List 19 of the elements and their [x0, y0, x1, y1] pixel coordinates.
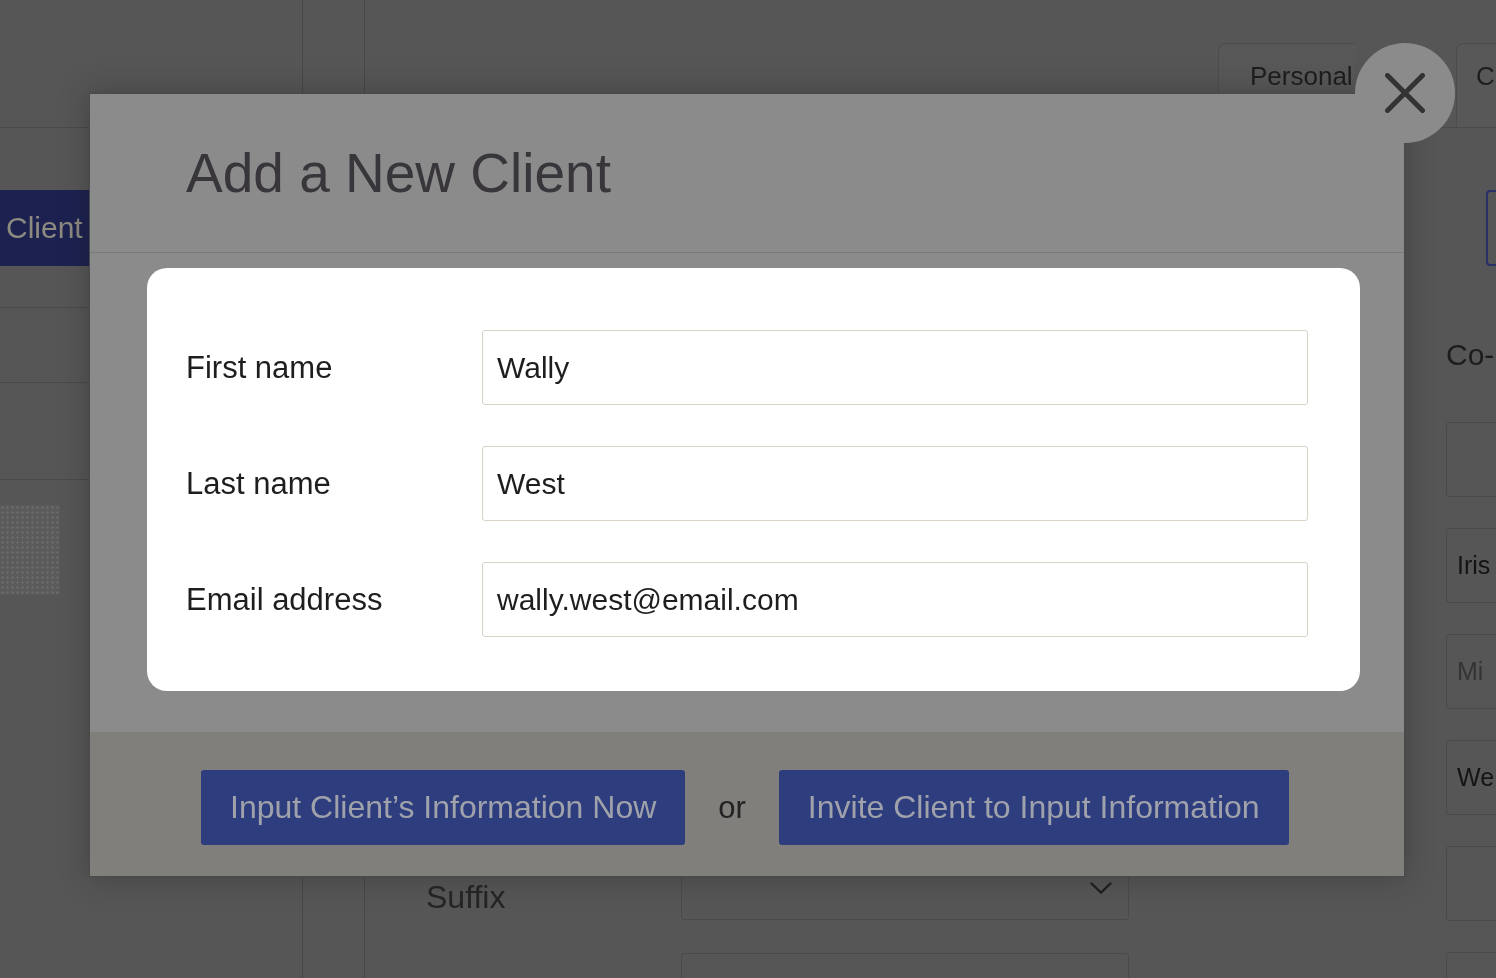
text-field[interactable]: wally.west@email.com [482, 562, 1308, 637]
modal-title: Add a New Client [186, 141, 611, 205]
sidebar-button[interactable]: Client [0, 190, 89, 266]
close-icon [1385, 73, 1425, 113]
field-label: First name [186, 349, 334, 386]
field-label: Last name [186, 465, 332, 502]
tab[interactable]: C [1456, 43, 1496, 127]
field-label: Email address [186, 581, 384, 618]
field-label: Co- [1446, 338, 1495, 372]
action-button[interactable]: Input Client’s Information Now [201, 770, 686, 845]
text-field[interactable]: West [482, 446, 1308, 521]
separator-text: or [718, 789, 746, 827]
text-field[interactable]: We [1446, 740, 1496, 815]
text-field[interactable]: Wally [482, 330, 1308, 405]
tab[interactable]: Personal [1218, 43, 1355, 93]
text-field[interactable]: Iris [1446, 528, 1496, 603]
action-button[interactable]: Invite Client to Input Information [778, 770, 1289, 845]
chevron-down-icon [1090, 882, 1112, 894]
outlined-button[interactable] [1486, 190, 1496, 266]
